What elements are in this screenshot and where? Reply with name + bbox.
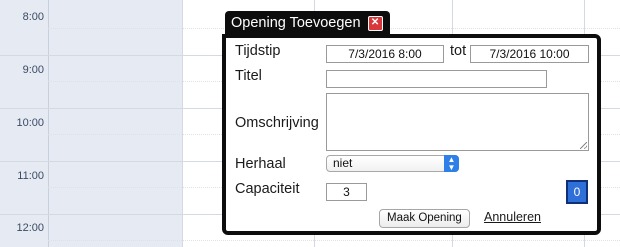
dialog-title-bar: Opening Toevoegen ✕	[225, 11, 390, 35]
annuleren-link[interactable]: Annuleren	[484, 210, 541, 224]
titel-field[interactable]	[326, 70, 547, 88]
close-icon[interactable]: ✕	[367, 15, 383, 31]
day-column[interactable]	[49, 0, 183, 247]
maak-opening-button[interactable]: Maak Opening	[379, 209, 470, 228]
end-datetime-field[interactable]: 7/3/2016 10:00	[470, 45, 589, 63]
start-datetime-field[interactable]: 7/3/2016 8:00	[326, 45, 444, 63]
time-label: 11:00	[17, 170, 44, 182]
dialog-title: Opening Toevoegen	[231, 15, 361, 31]
time-label: 10:00	[16, 117, 44, 129]
tijdstip-label: Tijdstip	[235, 43, 281, 59]
capaciteit-label: Capaciteit	[235, 181, 300, 197]
select-arrows-icon[interactable]: ▲ ▼	[444, 155, 459, 172]
herhaal-selected-value: niet	[333, 156, 353, 170]
time-label: 12:00	[16, 222, 44, 234]
add-opening-dialog: Tijdstip 7/3/2016 8:00 tot 7/3/2016 10:0…	[222, 34, 601, 235]
omschrijving-textarea[interactable]	[326, 93, 589, 151]
omschrijving-label: Omschrijving	[235, 115, 319, 131]
time-label: 8:00	[22, 11, 44, 23]
tot-label: tot	[450, 43, 467, 59]
half-hour-line	[48, 240, 620, 241]
capaciteit-field[interactable]: 3	[326, 183, 367, 201]
resize-grip-icon[interactable]	[580, 142, 587, 149]
count-badge: 0	[566, 180, 588, 204]
time-label: 9:00	[22, 64, 44, 76]
herhaal-label: Herhaal	[235, 156, 286, 172]
herhaal-select[interactable]: niet ▲ ▼	[326, 155, 459, 172]
titel-label: Titel	[235, 68, 262, 84]
